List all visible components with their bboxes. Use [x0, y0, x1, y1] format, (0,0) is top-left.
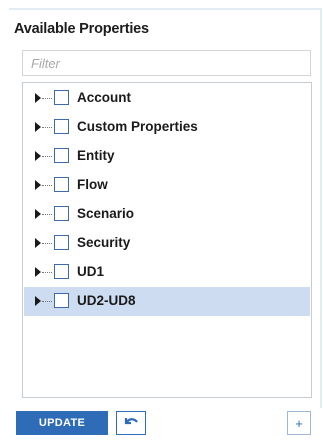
properties-tree: Account Custom Properties Entity Flow Sc… [22, 82, 312, 398]
checkbox[interactable] [54, 148, 69, 163]
tree-connector [42, 156, 52, 157]
expand-arrow-icon[interactable] [35, 267, 41, 277]
filter-field[interactable] [22, 50, 311, 76]
tree-item-label: Custom Properties [77, 119, 198, 134]
expand-arrow-icon[interactable] [35, 180, 41, 190]
tree-item-label: UD1 [77, 264, 105, 279]
tree-item-label: UD2-UD8 [77, 293, 136, 308]
tree-connector [42, 127, 52, 128]
expand-arrow-icon[interactable] [35, 93, 41, 103]
tree-connector [42, 98, 52, 99]
tree-connector [42, 214, 52, 215]
tree-item-entity[interactable]: Entity [24, 142, 310, 171]
tree-item-security[interactable]: Security [24, 229, 310, 258]
tree-item-flow[interactable]: Flow [24, 171, 310, 200]
expand-arrow-icon[interactable] [35, 238, 41, 248]
filter-input[interactable] [23, 51, 310, 75]
tree-connector [42, 185, 52, 186]
expand-arrow-icon[interactable] [35, 296, 41, 306]
checkbox[interactable] [54, 293, 69, 308]
tree-item-scenario[interactable]: Scenario [24, 200, 310, 229]
tree-item-label: Security [77, 235, 131, 250]
checkbox[interactable] [54, 235, 69, 250]
expand-arrow-icon[interactable] [35, 151, 41, 161]
expand-arrow-icon[interactable] [35, 209, 41, 219]
add-button[interactable]: + [287, 411, 311, 435]
checkbox[interactable] [54, 264, 69, 279]
tree-connector [42, 243, 52, 244]
panel-top-border [9, 8, 322, 10]
tree-item-label: Scenario [77, 206, 135, 221]
tree-item-account[interactable]: Account [24, 84, 310, 113]
tree-item-label: Entity [77, 148, 115, 163]
tree-item-label: Account [77, 90, 131, 105]
available-properties-panel: Available Properties Account Custom Prop… [0, 0, 323, 443]
tree-connector [42, 301, 52, 302]
panel-title: Available Properties [14, 21, 149, 37]
checkbox[interactable] [54, 177, 69, 192]
checkbox[interactable] [54, 206, 69, 221]
panel-right-border [320, 8, 322, 408]
tree-item-custom-properties[interactable]: Custom Properties [24, 113, 310, 142]
checkbox[interactable] [54, 119, 69, 134]
undo-icon [123, 415, 139, 432]
undo-button[interactable] [116, 411, 146, 435]
tree-connector [42, 272, 52, 273]
tree-item-ud1[interactable]: UD1 [24, 258, 310, 287]
expand-arrow-icon[interactable] [35, 122, 41, 132]
tree-item-ud2-ud8[interactable]: UD2-UD8 [24, 287, 310, 316]
update-button[interactable]: UPDATE [16, 411, 108, 435]
checkbox[interactable] [54, 90, 69, 105]
tree-item-label: Flow [77, 177, 108, 192]
